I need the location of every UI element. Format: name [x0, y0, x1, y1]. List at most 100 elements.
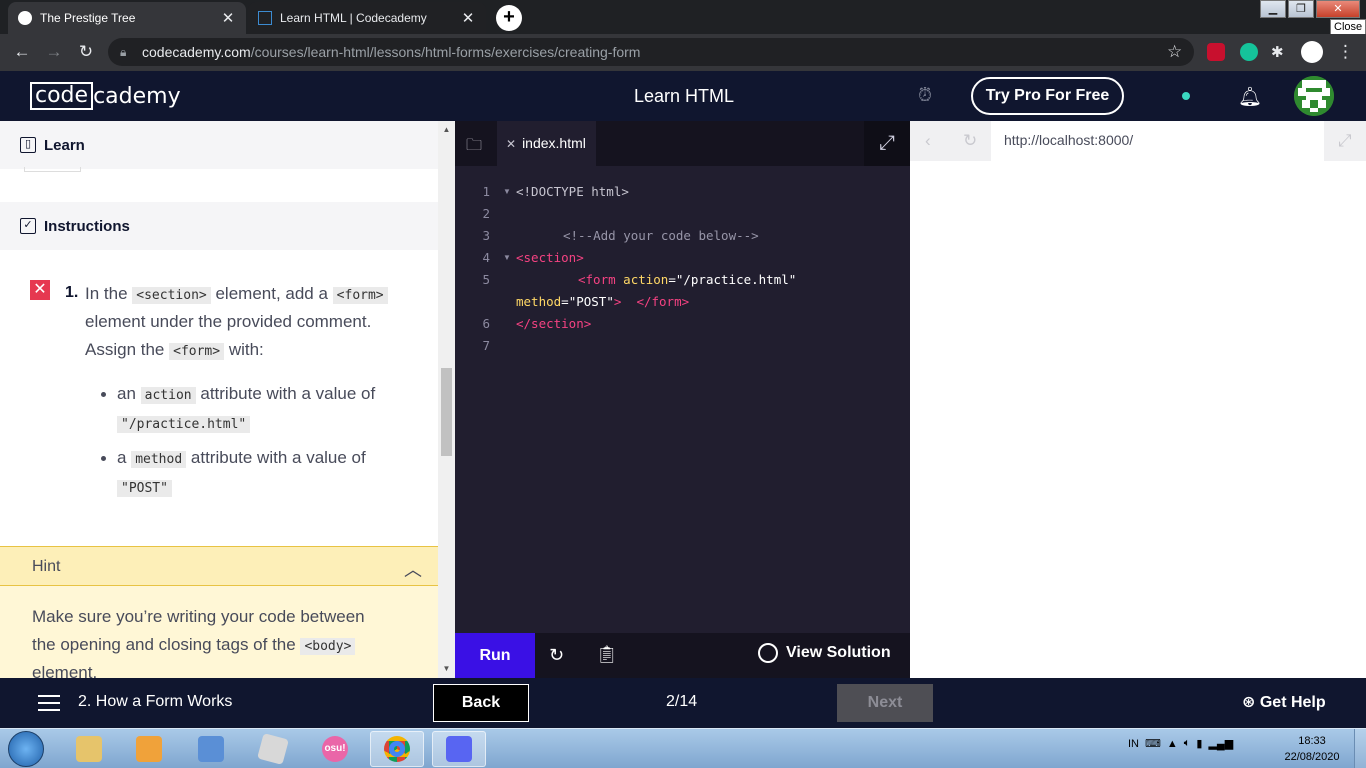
folder-icon[interactable]: 🗀 [466, 134, 482, 161]
forward-arrow-icon[interactable]: → [43, 42, 65, 64]
code-editor[interactable] [455, 121, 910, 678]
tray-expand-icon[interactable]: ▲ [1167, 738, 1178, 750]
learn-section-header[interactable]: ▯ Learn [0, 121, 438, 169]
code-line-6: </section> [516, 316, 592, 331]
url-path: /courses/learn-html/lessons/html-forms/e… [250, 44, 641, 60]
menu-hamburger-icon[interactable] [38, 695, 60, 711]
line-number: 6 [482, 316, 490, 331]
view-solution-button[interactable]: View Solution [758, 643, 891, 663]
tab-title: Learn HTML | Codecademy [280, 11, 427, 25]
reload-icon[interactable]: ↻ [75, 42, 97, 64]
line-number: 7 [482, 338, 490, 353]
extensions-puzzle-icon[interactable]: ✱ [1271, 43, 1289, 61]
battery-icon[interactable]: ▮ [1196, 737, 1202, 750]
chevron-up-icon[interactable]: ︿ [404, 556, 422, 582]
clipboard-icon[interactable]: 📋︎ [596, 645, 618, 665]
preview-reload-icon[interactable]: ↻ [963, 131, 977, 151]
bullet-action: an action attribute with a value of [117, 384, 376, 404]
try-pro-button[interactable]: Try Pro For Free [971, 77, 1124, 115]
fold-arrow-icon[interactable]: ▼ [503, 253, 511, 262]
browser-tab-prestige-tree[interactable]: The Prestige Tree ✕ [8, 2, 246, 34]
taskbar-clock[interactable]: 18:33 22/08/2020 [1282, 733, 1342, 765]
browser-menu-icon[interactable]: ⋮ [1337, 42, 1354, 62]
task-incomplete-icon: ✕ [30, 280, 50, 300]
volume-icon[interactable]: 🔈︎ [1184, 737, 1191, 750]
new-tab-button[interactable]: + [496, 5, 522, 31]
network-signal-icon[interactable]: ▂▄▆ [1208, 737, 1233, 750]
code-line-4: <section> [516, 250, 584, 265]
expand-editor-icon[interactable]: ⤢ [864, 121, 910, 166]
user-avatar[interactable] [1294, 76, 1334, 116]
hint-toggle[interactable]: Hint [0, 546, 438, 586]
bell-icon[interactable]: 🔔︎ [1238, 85, 1262, 109]
keyboard-icon[interactable]: ⌨ [1145, 737, 1161, 750]
status-dot-icon [1182, 92, 1190, 100]
window-controls: ▁ ❐ ✕ [1260, 0, 1362, 20]
get-help-button[interactable]: ⊛ Get Help [1242, 692, 1326, 712]
code-line-5b: method="POST"> </form> [516, 294, 690, 309]
code-line-1: <!DOCTYPE html> [516, 184, 629, 199]
tab-favicon-icon [18, 11, 32, 25]
bullet-icon [101, 392, 106, 397]
preview-back-icon[interactable]: ‹ [925, 131, 931, 151]
bullet-action-value: "/practice.html" [117, 409, 251, 439]
taskbar-chrome-icon[interactable] [370, 731, 424, 767]
collapsed-content-fragment [24, 167, 81, 172]
next-button[interactable]: Next [837, 684, 933, 722]
bookmark-star-icon[interactable]: ☆ [1167, 42, 1182, 62]
taskbar-explorer-icon[interactable] [62, 731, 116, 767]
restore-icon[interactable]: ❐ [1288, 0, 1314, 18]
extension-pocket-icon[interactable] [1207, 43, 1225, 61]
scrollbar-thumb[interactable] [441, 368, 452, 456]
run-button[interactable]: Run [455, 633, 535, 678]
bullet-method-value: "POST" [117, 473, 172, 503]
profile-avatar-icon[interactable] [1301, 41, 1323, 63]
codecademy-logo[interactable]: code cademy [30, 82, 181, 110]
scroll-up-icon[interactable]: ▲ [441, 125, 452, 134]
scroll-down-icon[interactable]: ▼ [441, 664, 452, 673]
show-desktop-button[interactable] [1354, 729, 1366, 768]
lock-icon[interactable]: 🔒︎ [120, 45, 126, 60]
code-line-3: <!--Add your code below--> [563, 228, 759, 243]
tab-close-icon[interactable]: ✕ [220, 9, 236, 27]
taskbar-roblox-icon[interactable] [246, 731, 300, 767]
taskbar-discord-icon[interactable] [432, 731, 486, 767]
taskbar-media-player-icon[interactable] [122, 731, 176, 767]
language-indicator[interactable]: IN [1128, 738, 1139, 750]
bullet-icon [101, 456, 106, 461]
task-number: 1. [65, 284, 79, 301]
taskbar-osu-icon[interactable]: osu! [308, 731, 362, 767]
exercise-progress: 2/14 [666, 693, 698, 710]
help-lifebuoy-icon: ⊛ [1242, 694, 1256, 711]
browser-tab-codecademy[interactable]: Learn HTML | Codecademy ✕ [248, 2, 486, 34]
task-line-1: In the <section> element, add a <form> [85, 280, 388, 310]
file-tab-index-html[interactable]: ✕ index.html [497, 121, 596, 166]
hint-line-1: Make sure you’re writing your code betwe… [32, 607, 365, 626]
back-arrow-icon[interactable]: ← [11, 42, 33, 64]
alarm-clock-icon[interactable]: ⏰︎ [918, 85, 932, 106]
line-number: 3 [482, 228, 490, 243]
preview-expand-icon[interactable]: ⤢ [1338, 131, 1352, 151]
fold-arrow-icon[interactable]: ▼ [503, 187, 511, 196]
minimize-icon[interactable]: ▁ [1260, 0, 1286, 18]
back-button[interactable]: Back [433, 684, 529, 722]
url-bar[interactable]: codecademy.com/courses/learn-html/lesson… [108, 38, 1194, 66]
task-line-3: Assign the <form> with: [85, 340, 264, 360]
hint-line-3: element. [32, 663, 98, 678]
taskbar-paint-icon[interactable] [184, 731, 238, 767]
window-close-icon[interactable]: ✕ [1316, 0, 1360, 18]
file-tab-close-icon[interactable]: ✕ [506, 137, 516, 151]
close-tooltip: Close [1330, 19, 1366, 35]
line-number: 5 [482, 272, 490, 287]
task-line-2: element under the provided comment. [85, 312, 372, 331]
extension-grammarly-icon[interactable] [1240, 43, 1258, 61]
code-line-5a: <form action="/practice.html" [578, 272, 797, 287]
windows-start-icon[interactable] [8, 731, 44, 767]
reset-code-icon[interactable]: ↻ [549, 645, 564, 666]
preview-url[interactable]: http://localhost:8000/ [991, 121, 1324, 161]
tab-close-icon[interactable]: ✕ [460, 9, 476, 27]
lesson-name[interactable]: 2. How a Form Works [78, 693, 232, 711]
instructions-section-header[interactable]: ✓ Instructions [0, 202, 438, 250]
line-number: 2 [482, 206, 490, 221]
line-number: 1 [482, 184, 490, 199]
